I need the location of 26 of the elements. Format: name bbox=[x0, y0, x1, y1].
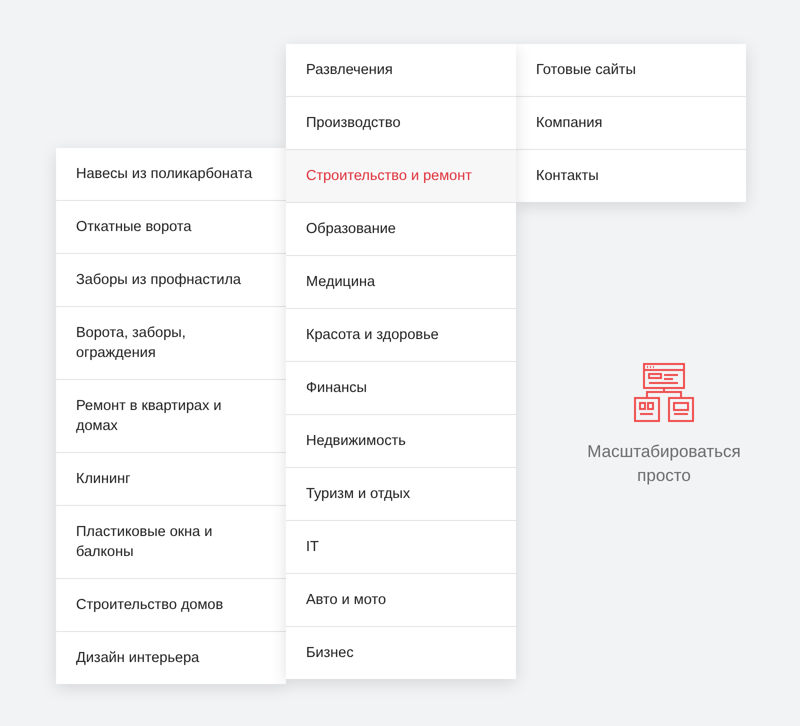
menu-item[interactable]: Строительство и ремонт bbox=[286, 149, 516, 202]
menu-item[interactable]: Пластиковые окна и балконы bbox=[56, 505, 286, 578]
menu-item[interactable]: Туризм и отдых bbox=[286, 467, 516, 520]
menu-item[interactable]: Дизайн интерьера bbox=[56, 631, 286, 684]
menu-item[interactable]: Ворота, заборы, ограждения bbox=[56, 306, 286, 379]
menu-item[interactable]: Ремонт в квартирах и домах bbox=[56, 379, 286, 452]
menu-item[interactable]: Красота и здоровье bbox=[286, 308, 516, 361]
menu-item[interactable]: Развлечения bbox=[286, 44, 516, 96]
sitemap-icon bbox=[633, 362, 695, 424]
feature-caption: Масштабироваться просто bbox=[586, 441, 742, 487]
menu-item[interactable]: Навесы из поликарбоната bbox=[56, 148, 286, 200]
menu-item[interactable]: Контакты bbox=[516, 149, 746, 202]
menu-item[interactable]: Недвижимость bbox=[286, 414, 516, 467]
menu-item[interactable]: Авто и мото bbox=[286, 573, 516, 626]
menu-item[interactable]: IT bbox=[286, 520, 516, 573]
menu-item[interactable]: Заборы из профнастила bbox=[56, 253, 286, 306]
menu-item[interactable]: Бизнес bbox=[286, 626, 516, 679]
menu-item[interactable]: Производство bbox=[286, 96, 516, 149]
menu-item[interactable]: Образование bbox=[286, 202, 516, 255]
menu-item[interactable]: Строительство домов bbox=[56, 578, 286, 631]
menu-item[interactable]: Готовые сайты bbox=[516, 44, 746, 96]
menu-item[interactable]: Компания bbox=[516, 96, 746, 149]
menu-item[interactable]: Клининг bbox=[56, 452, 286, 505]
menu-item[interactable]: Финансы bbox=[286, 361, 516, 414]
menu-item[interactable]: Откатные ворота bbox=[56, 200, 286, 253]
menu-item[interactable]: Медицина bbox=[286, 255, 516, 308]
